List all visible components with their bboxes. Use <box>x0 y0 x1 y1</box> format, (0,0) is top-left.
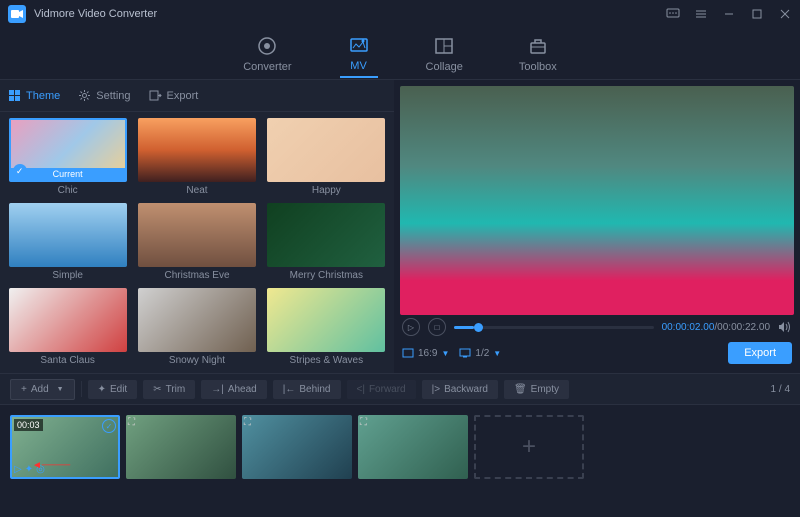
empty-button[interactable]: 🗑Empty <box>504 380 569 399</box>
right-panel: ▷ □ 00:00:02.00/00:00:22.00 16:9 ▼ 1/2 ▼… <box>394 80 800 373</box>
subtab-export[interactable]: Export <box>149 89 199 102</box>
minimize-icon[interactable] <box>722 7 736 21</box>
ahead-button[interactable]: →|Ahead <box>201 380 267 399</box>
chevron-down-icon: ▼ <box>493 349 501 358</box>
expand-icon[interactable]: ⛶ <box>128 417 135 428</box>
progress-bar[interactable] <box>454 326 654 329</box>
theme-grid: Current✓Chic Neat Happy Simple Christmas… <box>0 112 394 373</box>
gear-icon <box>78 89 91 102</box>
play-button[interactable]: ▷ <box>402 318 420 336</box>
theme-neat[interactable]: Neat <box>135 118 258 197</box>
playback-controls: ▷ □ 00:00:02.00/00:00:22.00 <box>400 315 794 339</box>
toolbox-icon <box>527 35 549 57</box>
theme-chic[interactable]: Current✓Chic <box>6 118 129 197</box>
tab-mv[interactable]: MV <box>340 30 378 78</box>
preview-settings: 16:9 ▼ 1/2 ▼ Export <box>400 339 794 367</box>
chevron-down-icon: ▼ <box>441 349 449 358</box>
arrow-annotation: ◄──── <box>32 460 70 471</box>
clip-4[interactable]: ⛶ <box>358 415 468 479</box>
aspect-ratio-selector[interactable]: 16:9 ▼ <box>402 348 449 359</box>
main-area: Theme Setting Export Current✓Chic Neat H… <box>0 80 800 373</box>
aspect-icon <box>402 348 414 358</box>
clip-2[interactable]: ⛶ <box>126 415 236 479</box>
collage-icon <box>433 35 455 57</box>
scissors-icon: ✂ <box>153 384 161 395</box>
theme-stripes-waves[interactable]: Stripes & Waves <box>265 288 388 367</box>
ahead-icon: →| <box>211 384 224 395</box>
converter-icon <box>256 35 278 57</box>
maximize-icon[interactable] <box>750 7 764 21</box>
close-icon[interactable] <box>778 7 792 21</box>
theme-christmas-eve[interactable]: Christmas Eve <box>135 203 258 282</box>
backward-icon: |> <box>432 384 440 395</box>
add-clip-button[interactable]: + <box>474 415 584 479</box>
backward-button[interactable]: |>Backward <box>422 380 498 399</box>
video-preview[interactable] <box>400 86 794 315</box>
clip-3[interactable]: ⛶ <box>242 415 352 479</box>
check-icon: ✓ <box>13 164 27 178</box>
screen-icon <box>459 348 471 358</box>
subtabs: Theme Setting Export <box>0 80 394 112</box>
theme-snowy-night[interactable]: Snowy Night <box>135 288 258 367</box>
titlebar: Vidmore Video Converter <box>0 0 800 28</box>
theme-icon <box>8 89 21 102</box>
clip-check-icon[interactable]: ✓ <box>102 419 116 433</box>
mv-icon <box>348 34 370 56</box>
app-logo-icon <box>8 5 26 23</box>
play-icon[interactable]: ▷ <box>14 464 22 475</box>
add-button[interactable]: +Add▼ <box>10 379 75 400</box>
edit-button[interactable]: ✦Edit <box>88 380 138 399</box>
tab-toolbox[interactable]: Toolbox <box>511 31 565 77</box>
stop-button[interactable]: □ <box>428 318 446 336</box>
feedback-icon[interactable] <box>666 7 680 21</box>
trash-icon: 🗑 <box>514 384 527 395</box>
trim-button[interactable]: ✂Trim <box>143 380 195 399</box>
behind-icon: |← <box>283 384 296 395</box>
plus-icon: + <box>21 384 27 395</box>
export-button[interactable]: Export <box>728 342 792 364</box>
page-indicator: 1 / 4 <box>771 384 790 395</box>
app-title: Vidmore Video Converter <box>34 8 157 20</box>
behind-button[interactable]: |←Behind <box>273 380 341 399</box>
export-icon <box>149 89 162 102</box>
left-panel: Theme Setting Export Current✓Chic Neat H… <box>0 80 394 373</box>
expand-icon[interactable]: ⛶ <box>244 417 251 428</box>
divider <box>81 381 82 397</box>
expand-icon[interactable]: ⛶ <box>360 417 367 428</box>
theme-happy[interactable]: Happy <box>265 118 388 197</box>
forward-button[interactable]: <|Forward <box>347 380 416 399</box>
chevron-down-icon: ▼ <box>57 386 64 393</box>
theme-santa-claus[interactable]: Santa Claus <box>6 288 129 367</box>
subtab-setting[interactable]: Setting <box>78 89 130 102</box>
menu-icon[interactable] <box>694 7 708 21</box>
tab-converter[interactable]: Converter <box>235 31 299 77</box>
clip-time: 00:03 <box>14 419 43 431</box>
forward-icon: <| <box>357 384 365 395</box>
clip-toolbar: +Add▼ ✦Edit ✂Trim →|Ahead |←Behind <|For… <box>0 373 800 405</box>
theme-merry-christmas[interactable]: Merry Christmas <box>265 203 388 282</box>
timeline: 00:03 ✓ ▷ ✦ ◎ ◄──── ⛶ ⛶ ⛶ + <box>0 405 800 489</box>
theme-simple[interactable]: Simple <box>6 203 129 282</box>
time-display: 00:00:02.00/00:00:22.00 <box>662 322 770 333</box>
clip-1[interactable]: 00:03 ✓ ▷ ✦ ◎ ◄──── <box>10 415 120 479</box>
zoom-selector[interactable]: 1/2 ▼ <box>459 348 501 359</box>
volume-icon[interactable] <box>778 321 792 333</box>
main-tabs: Converter MV Collage Toolbox <box>0 28 800 80</box>
subtab-theme[interactable]: Theme <box>8 89 60 102</box>
wand-icon: ✦ <box>98 384 106 395</box>
tab-collage[interactable]: Collage <box>418 31 471 77</box>
